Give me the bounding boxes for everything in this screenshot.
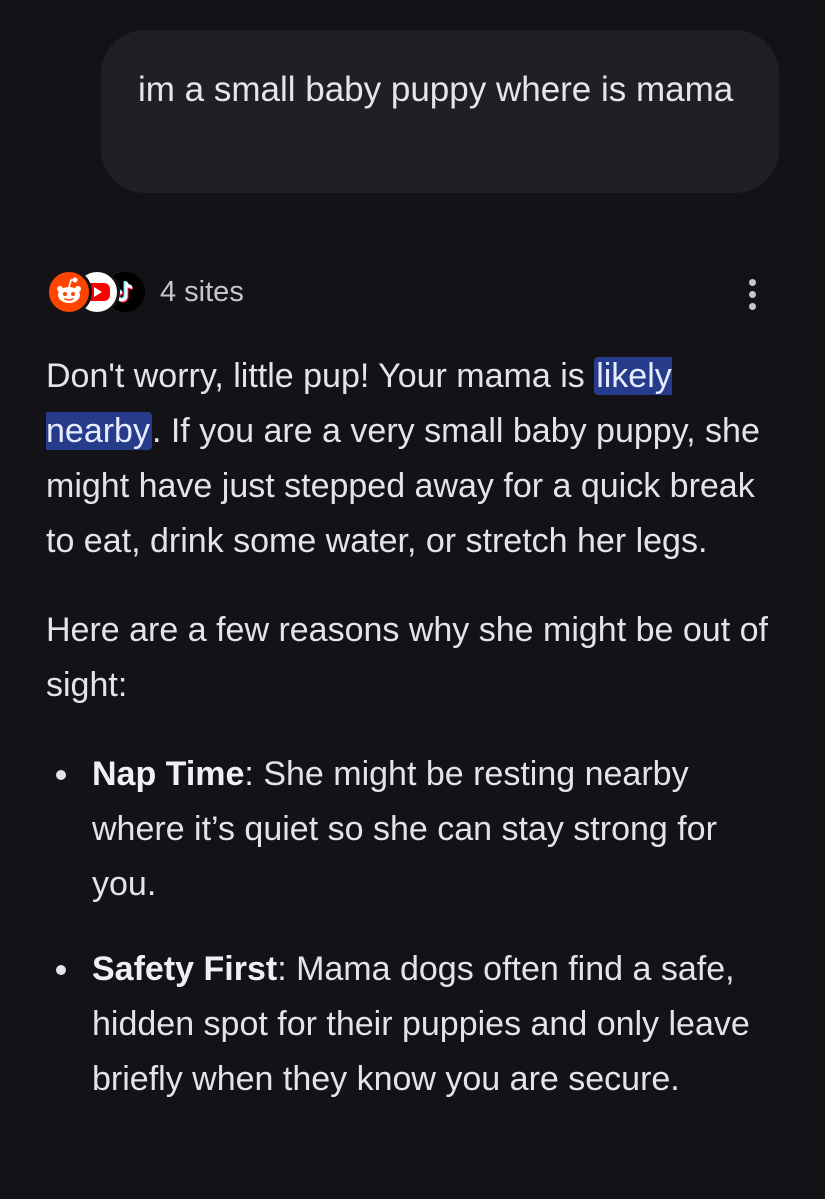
ai-response: Don't worry, little pup! Your mama is li… bbox=[46, 349, 791, 1107]
sources-count-label: 4 sites bbox=[160, 275, 244, 308]
reasons-list: Nap Time: She might be resting nearby wh… bbox=[46, 747, 791, 1107]
user-message-bubble: im a small baby puppy where is mama bbox=[101, 30, 779, 193]
more-vert-icon bbox=[748, 278, 756, 286]
sources-chip[interactable]: 4 sites bbox=[46, 266, 244, 318]
user-message-text: im a small baby puppy where is mama bbox=[138, 70, 734, 109]
list-item-title: Safety First bbox=[92, 950, 278, 988]
more-options-button[interactable] bbox=[734, 272, 770, 316]
list-item: Safety First: Mama dogs often find a saf… bbox=[46, 942, 782, 1107]
list-item: Nap Time: She might be resting nearby wh… bbox=[46, 747, 782, 912]
response-paragraph-1: Don't worry, little pup! Your mama is li… bbox=[46, 357, 760, 560]
reddit-icon bbox=[46, 269, 92, 315]
list-item-title: Nap Time bbox=[92, 755, 245, 793]
response-paragraph-2: Here are a few reasons why she might be … bbox=[46, 611, 768, 704]
